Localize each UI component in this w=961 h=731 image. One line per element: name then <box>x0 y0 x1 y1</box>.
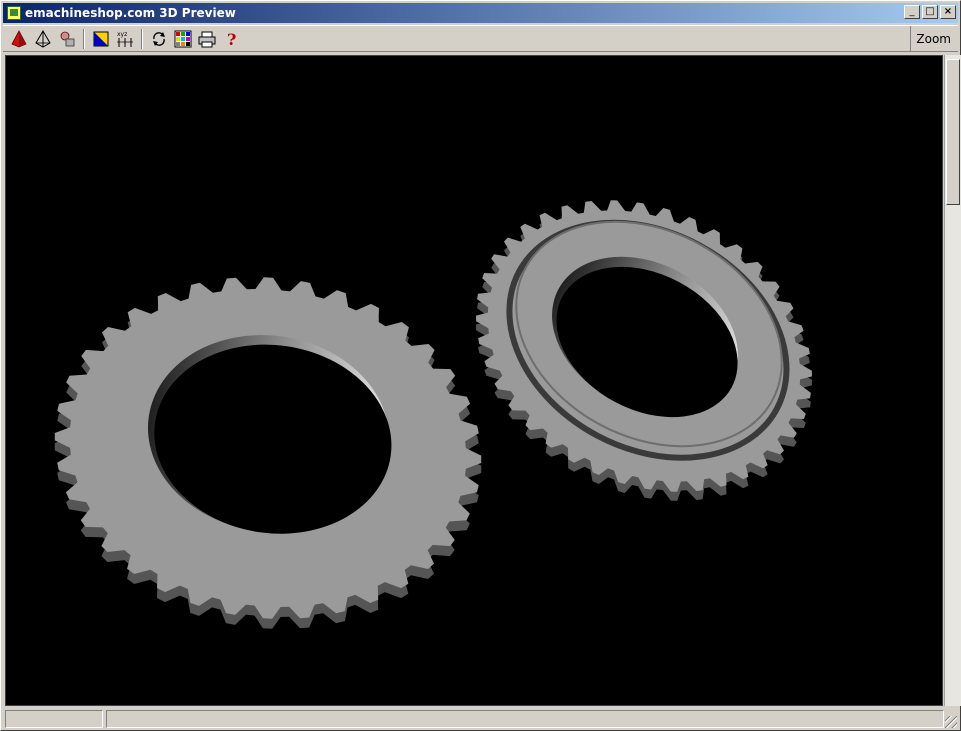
wireframe-view-button[interactable] <box>31 28 55 50</box>
palette-button[interactable] <box>171 28 195 50</box>
small-gear <box>476 200 812 501</box>
gears-layer <box>54 200 812 629</box>
minimize-button[interactable]: _ <box>904 5 920 19</box>
shapes-button[interactable] <box>55 28 79 50</box>
shapes-icon <box>60 31 75 46</box>
maximize-button[interactable]: □ <box>922 5 938 19</box>
status-bar <box>3 708 958 729</box>
help-button[interactable]: ? <box>219 28 243 50</box>
toolbar: xyz ? Zoom <box>3 25 958 52</box>
vertical-scrollbar[interactable] <box>944 55 961 706</box>
rotate-icon <box>153 31 165 46</box>
3d-viewport[interactable] <box>5 55 943 706</box>
preview-window: emachineshop.com 3D Preview _ □ × xyz ? … <box>0 0 961 731</box>
solid-view-button[interactable] <box>7 28 31 50</box>
print-button[interactable] <box>195 28 219 50</box>
axes-button[interactable]: xyz <box>113 28 137 50</box>
caption-buttons: _ □ × <box>902 5 956 19</box>
status-pane-1 <box>5 709 103 728</box>
toolbar-separator <box>83 28 85 49</box>
scrollbar-thumb[interactable] <box>946 59 960 205</box>
color-swatch-icon <box>93 31 109 46</box>
close-button[interactable]: × <box>940 5 956 19</box>
window-title: emachineshop.com 3D Preview <box>25 6 236 20</box>
zoom-button[interactable]: Zoom <box>910 26 956 52</box>
red-pyramid-icon <box>11 29 27 47</box>
toolbar-separator <box>141 28 143 49</box>
svg-text:?: ? <box>227 30 236 48</box>
palette-icon <box>174 30 192 47</box>
rotate-button[interactable] <box>147 28 171 50</box>
status-pane-2 <box>106 709 944 728</box>
title-bar[interactable]: emachineshop.com 3D Preview _ □ × <box>3 3 958 23</box>
3d-scene[interactable] <box>6 56 942 705</box>
resize-grip[interactable] <box>945 716 957 728</box>
wire-pyramid-icon <box>35 29 51 48</box>
printer-icon <box>198 31 216 47</box>
app-icon[interactable] <box>7 6 21 20</box>
xyz-axes-icon: xyz <box>117 31 133 47</box>
svg-text:xyz: xyz <box>117 31 127 38</box>
large-gear <box>54 277 482 629</box>
color-button[interactable] <box>89 28 113 50</box>
help-icon: ? <box>227 30 236 48</box>
